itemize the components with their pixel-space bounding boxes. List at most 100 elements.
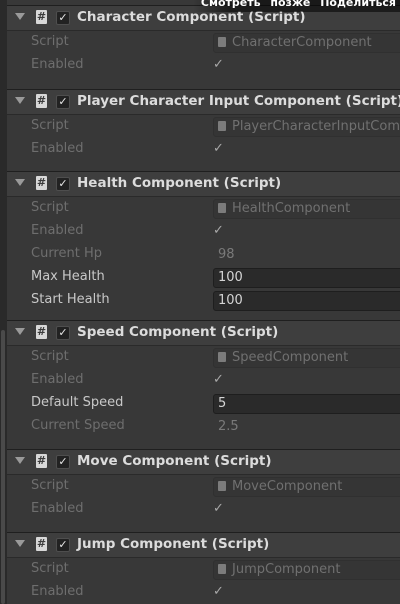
property-row: Script HealthComponent xyxy=(7,197,400,220)
property-label: Enabled xyxy=(31,501,84,516)
foldout-arrow-icon[interactable] xyxy=(15,328,25,335)
component-move: # ✓ Move Component (Script) Script MoveC… xyxy=(7,449,400,521)
property-label: Script xyxy=(31,200,69,215)
property-row: Start Health 100 xyxy=(7,289,400,312)
current-speed-value: 2.5 xyxy=(218,419,239,434)
component-health: # ✓ Health Component (Script) Script Hea… xyxy=(7,171,400,312)
script-name: HealthComponent xyxy=(232,201,351,216)
script-icon: # xyxy=(36,537,47,551)
script-file-icon xyxy=(218,37,226,47)
property-label: Script xyxy=(31,118,69,133)
script-icon: # xyxy=(36,10,47,24)
component-player-character-input: # ✓ Player Character Input Component (Sc… xyxy=(7,89,400,161)
component-enabled-checkbox[interactable]: ✓ xyxy=(56,538,70,552)
component-title: Jump Component (Script) xyxy=(77,536,270,552)
component-enabled-checkbox[interactable]: ✓ xyxy=(56,177,70,191)
property-label: Enabled xyxy=(31,141,84,156)
script-name: JumpComponent xyxy=(232,562,341,577)
component-enabled-checkbox[interactable]: ✓ xyxy=(56,326,70,340)
script-file-icon xyxy=(218,564,226,574)
property-label: Start Health xyxy=(31,292,110,307)
property-label: Script xyxy=(31,349,69,364)
component-character: # ✓ Character Component (Script) Script … xyxy=(7,5,400,77)
component-header[interactable]: # ✓ Move Component (Script) xyxy=(7,449,400,475)
foldout-arrow-icon[interactable] xyxy=(15,97,25,104)
script-file-icon xyxy=(218,352,226,362)
component-enabled-checkbox[interactable]: ✓ xyxy=(56,455,70,469)
default-speed-input[interactable]: 5 xyxy=(213,394,400,414)
script-reference-field: MoveComponent xyxy=(213,477,400,497)
property-label: Script xyxy=(31,561,69,576)
component-header[interactable]: # ✓ Jump Component (Script) xyxy=(7,532,400,558)
component-title: Speed Component (Script) xyxy=(77,324,279,340)
component-header[interactable]: # ✓ Speed Component (Script) xyxy=(7,320,400,346)
script-icon: # xyxy=(36,94,47,108)
script-reference-field: JumpComponent xyxy=(213,560,400,580)
script-name: MoveComponent xyxy=(232,479,343,494)
checkmark-icon[interactable]: ✓ xyxy=(213,584,224,599)
property-label: Current Hp xyxy=(31,246,102,261)
property-label: Enabled xyxy=(31,223,84,238)
inspector-scrollbar[interactable] xyxy=(0,0,7,604)
component-title: Player Character Input Component (Script… xyxy=(77,93,400,109)
property-row: Enabled ✓ xyxy=(7,138,400,161)
property-row: Script CharacterComponent xyxy=(7,31,400,54)
property-label: Script xyxy=(31,478,69,493)
foldout-arrow-icon[interactable] xyxy=(15,13,25,20)
component-header[interactable]: # ✓ Player Character Input Component (Sc… xyxy=(7,89,400,115)
property-label: Script xyxy=(31,34,69,49)
property-row: Enabled ✓ xyxy=(7,498,400,521)
script-reference-field: SpeedComponent xyxy=(213,348,400,368)
start-health-input[interactable]: 100 xyxy=(213,291,400,311)
component-title: Health Component (Script) xyxy=(77,175,282,191)
script-icon: # xyxy=(36,454,47,468)
component-jump: # ✓ Jump Component (Script) Script JumpC… xyxy=(7,532,400,604)
checkmark-icon[interactable]: ✓ xyxy=(213,223,224,238)
property-label: Default Speed xyxy=(31,395,124,410)
max-health-input[interactable]: 100 xyxy=(213,268,400,288)
component-enabled-checkbox[interactable]: ✓ xyxy=(56,95,70,109)
property-label: Current Speed xyxy=(31,418,125,433)
property-label: Enabled xyxy=(31,372,84,387)
script-name: CharacterComponent xyxy=(232,35,372,50)
checkmark-icon[interactable]: ✓ xyxy=(213,501,224,516)
checkmark-icon[interactable]: ✓ xyxy=(213,57,224,72)
property-row: Enabled ✓ xyxy=(7,220,400,243)
foldout-arrow-icon[interactable] xyxy=(15,457,25,464)
property-row: Current Speed 2.5 xyxy=(7,415,400,438)
component-speed: # ✓ Speed Component (Script) Script Spee… xyxy=(7,320,400,438)
component-enabled-checkbox[interactable]: ✓ xyxy=(56,11,70,25)
property-label: Enabled xyxy=(31,584,84,599)
foldout-arrow-icon[interactable] xyxy=(15,540,25,547)
property-row: Script MoveComponent xyxy=(7,475,400,498)
component-header[interactable]: # ✓ Health Component (Script) xyxy=(7,171,400,197)
script-file-icon xyxy=(218,121,226,131)
foldout-arrow-icon[interactable] xyxy=(15,179,25,186)
property-row: Script PlayerCharacterInputComp xyxy=(7,115,400,138)
watch-later-link[interactable]: Смотреть позже xyxy=(201,0,310,9)
script-file-icon xyxy=(218,203,226,213)
video-overlay-bar: Смотреть позже Поделиться xyxy=(192,0,400,12)
property-row: Script SpeedComponent xyxy=(7,346,400,369)
script-reference-field: CharacterComponent xyxy=(213,33,400,53)
property-row: Enabled ✓ xyxy=(7,54,400,77)
component-title: Move Component (Script) xyxy=(77,453,272,469)
script-file-icon xyxy=(218,481,226,491)
share-link[interactable]: Поделиться xyxy=(320,0,396,9)
property-label: Enabled xyxy=(31,57,84,72)
script-reference-field: HealthComponent xyxy=(213,199,400,219)
property-row: Script JumpComponent xyxy=(7,558,400,581)
property-row: Max Health 100 xyxy=(7,266,400,289)
property-label: Max Health xyxy=(31,269,105,284)
property-row: Enabled ✓ xyxy=(7,369,400,392)
script-icon: # xyxy=(36,325,47,339)
script-icon: # xyxy=(36,176,47,190)
script-name: SpeedComponent xyxy=(232,350,349,365)
script-name: PlayerCharacterInputComp xyxy=(232,119,400,134)
scrollbar-thumb[interactable] xyxy=(1,330,5,604)
property-row: Enabled ✓ xyxy=(7,581,400,604)
checkmark-icon[interactable]: ✓ xyxy=(213,372,224,387)
checkmark-icon[interactable]: ✓ xyxy=(213,141,224,156)
property-row: Default Speed 5 xyxy=(7,392,400,415)
script-reference-field: PlayerCharacterInputComp xyxy=(213,117,400,137)
